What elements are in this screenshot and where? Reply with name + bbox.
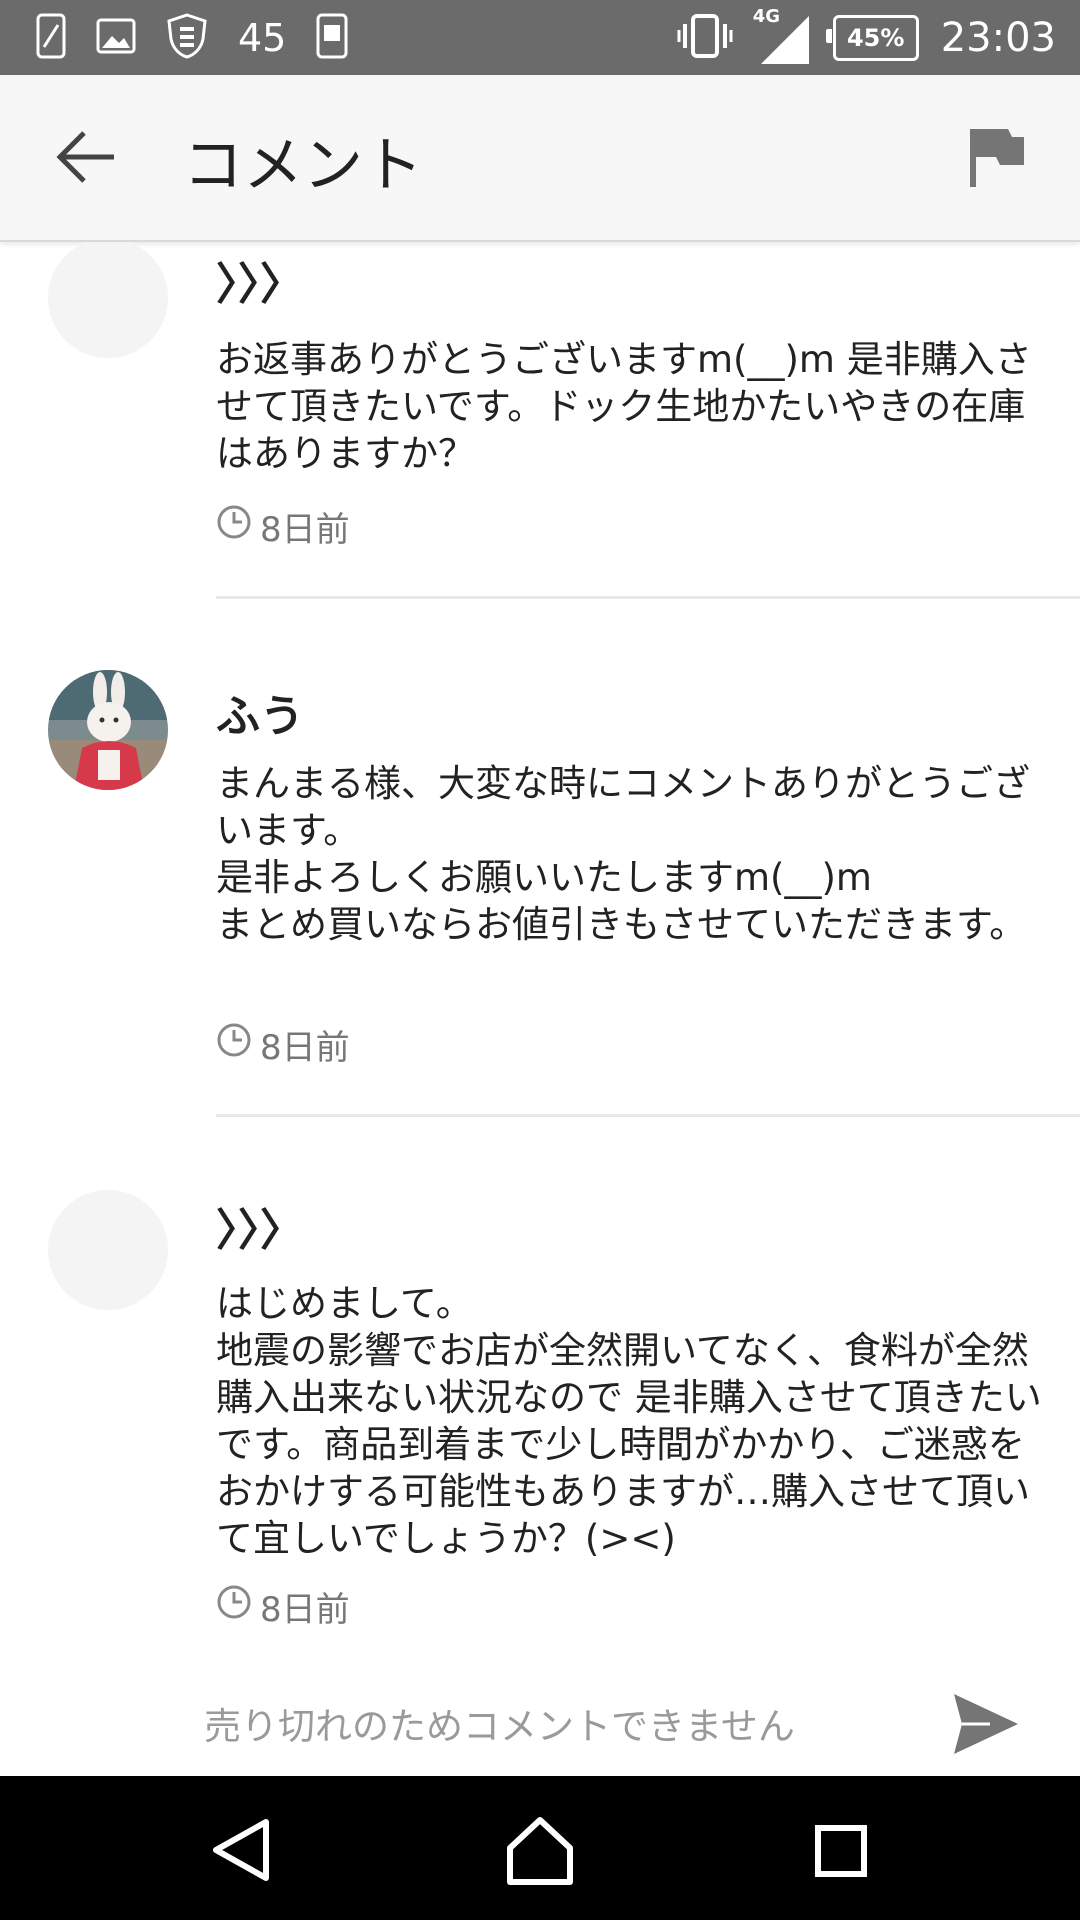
comment-author: 〉〉〉: [216, 1205, 304, 1256]
comment-time-text: 8日前: [260, 1027, 350, 1068]
flag-icon: [964, 129, 1028, 197]
comment-body: まんまる様、大変な時にコメントありがとうございます。 是非よろしくお願いいたしま…: [216, 762, 1030, 946]
comment-body: はじめまして。 地震の影響でお店が全然開いてなく、食料が全然購入出来ない状況なの…: [216, 1282, 1042, 1560]
comment-timestamp: 8日前: [216, 1584, 350, 1630]
comment-input-bar: 売り切れのためコメントできません: [0, 1672, 1080, 1776]
clock: 23:03: [940, 14, 1056, 61]
divider: [216, 596, 1080, 599]
battery-level: 45%: [846, 23, 905, 52]
avatar[interactable]: [48, 1190, 168, 1310]
nav-recents-button[interactable]: [800, 1810, 880, 1890]
avatar[interactable]: [48, 670, 168, 790]
battery-indicator: 45%: [825, 14, 919, 61]
home-icon: [500, 1817, 580, 1894]
clock-icon: [216, 504, 252, 549]
comment-input[interactable]: 売り切れのためコメントできません: [204, 1696, 795, 1750]
nav-back-button[interactable]: [200, 1810, 280, 1890]
divider: [216, 1114, 1080, 1117]
navigation-bar: [0, 1776, 1080, 1920]
comment-timestamp: 8日前: [216, 1022, 350, 1068]
sim-card-icon: [316, 13, 348, 63]
signal-icon: 4G: [753, 6, 811, 66]
send-icon: [950, 1694, 1022, 1762]
comment-author: ふう: [216, 691, 304, 742]
notification-count: 45: [238, 15, 287, 60]
image-icon: [96, 18, 136, 58]
report-button[interactable]: [964, 123, 1028, 193]
shield-icon: [166, 12, 208, 63]
square-recents-icon: [800, 1825, 880, 1894]
comment-time-text: 8日前: [260, 509, 350, 550]
page-title: コメント: [183, 131, 423, 201]
comment-timestamp: 8日前: [216, 504, 350, 550]
status-bar: 45 4G 45% 23:03: [0, 0, 1080, 75]
nav-home-button[interactable]: [500, 1810, 580, 1890]
rabbit-avatar-image: [48, 670, 168, 790]
app-bar: コメント: [0, 75, 1080, 242]
comment-body: お返事ありがとうございますm(__)m 是非購入させて頂きたいです。ドック生地か…: [216, 338, 1032, 475]
clock-icon: [216, 1584, 252, 1629]
vibrate-icon: [677, 13, 733, 62]
arrow-left-icon: [50, 131, 120, 191]
comment-time-text: 8日前: [260, 1589, 350, 1630]
comment-list[interactable]: 〉〉〉 お返事ありがとうございますm(__)m 是非購入させて頂きたいです。ドッ…: [0, 242, 1080, 1672]
back-button[interactable]: [50, 127, 120, 187]
send-button[interactable]: [950, 1690, 1022, 1758]
clock-icon: [216, 1022, 252, 1067]
triangle-back-icon: [200, 1819, 280, 1894]
avatar[interactable]: [48, 242, 168, 358]
phone-icon: [36, 13, 66, 63]
comment-author: 〉〉〉: [216, 259, 304, 310]
